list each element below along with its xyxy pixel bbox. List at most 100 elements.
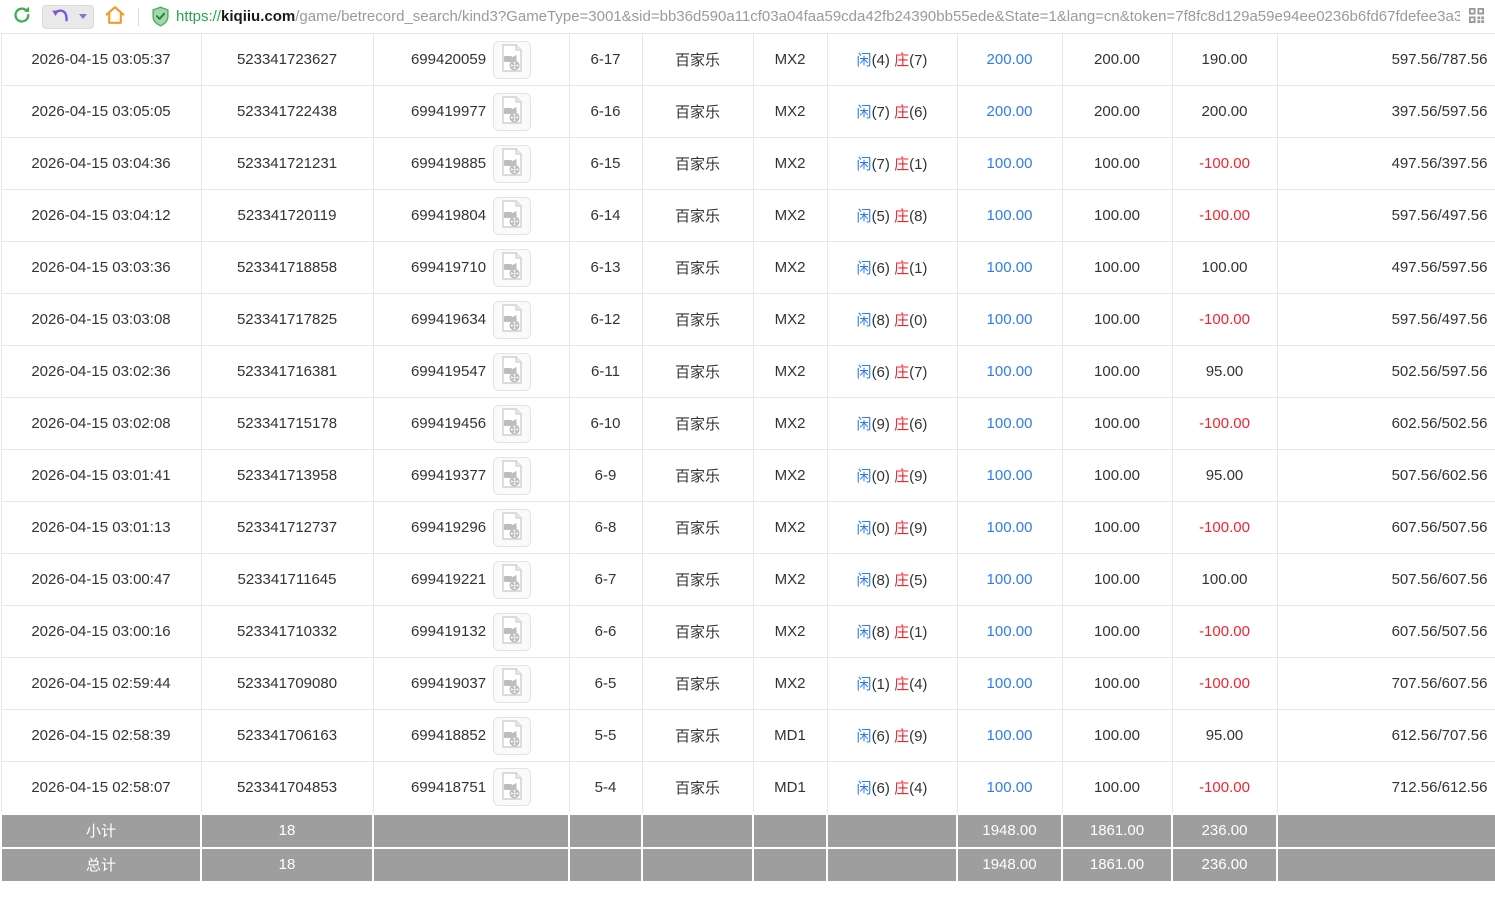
- cell-valid-amount: 100.00: [1062, 138, 1172, 190]
- url-host: kiqiiu.com: [221, 8, 295, 25]
- cell-game-id: 699419132: [373, 606, 569, 658]
- video-replay-button[interactable]: [493, 509, 531, 547]
- cell-bet-id: 523341717825: [201, 294, 373, 346]
- cell-balance: 497.56/597.56: [1277, 242, 1495, 294]
- home-button[interactable]: [100, 4, 130, 30]
- qr-code-button[interactable]: [1464, 4, 1489, 30]
- cell-bet-amount: 100.00: [957, 242, 1062, 294]
- cell-round: 6-10: [569, 398, 642, 450]
- game-id-text: 699419296: [411, 519, 486, 536]
- game-id-text: 699419547: [411, 363, 486, 380]
- player-points: (8): [872, 572, 890, 589]
- cell-balance: 397.56/597.56: [1277, 86, 1495, 138]
- address-bar[interactable]: https://kiqiiu.com/game/betrecord_search…: [176, 8, 1460, 25]
- player-label: 闲: [857, 728, 872, 745]
- banker-label: 庄: [894, 156, 909, 173]
- cell-game-id: 699419037: [373, 658, 569, 710]
- grand-total-row: 总计 18 1948.00 1861.00 236.00: [1, 848, 1495, 882]
- cell-win-loss: 100.00: [1172, 554, 1277, 606]
- player-label: 闲: [857, 572, 872, 589]
- home-icon: [104, 5, 126, 28]
- cell-bet-time: 2026-04-15 02:58:07: [1, 762, 201, 814]
- table-row: 2026-04-15 02:58:39 523341706163 6994188…: [1, 710, 1495, 762]
- banker-points: (5): [909, 572, 927, 589]
- video-file-icon: [500, 668, 524, 699]
- cell-win-loss: -100.00: [1172, 294, 1277, 346]
- reload-icon: [12, 5, 32, 28]
- game-id-text: 699419885: [411, 155, 486, 172]
- grand-total-valid: 1861.00: [1062, 848, 1172, 882]
- banker-label: 庄: [894, 676, 909, 693]
- cell-bet-time: 2026-04-15 03:01:13: [1, 502, 201, 554]
- banker-label: 庄: [894, 364, 909, 381]
- player-points: (7): [872, 104, 890, 121]
- bet-table-footer: 小计 18 1948.00 1861.00 236.00 总计 18 1948.…: [1, 814, 1495, 882]
- cell-bet-time: 2026-04-15 03:04:12: [1, 190, 201, 242]
- undo-dropdown-button[interactable]: [74, 6, 89, 28]
- video-replay-button[interactable]: [493, 301, 531, 339]
- cell-balance: 612.56/707.56: [1277, 710, 1495, 762]
- video-replay-button[interactable]: [493, 717, 531, 755]
- video-replay-button[interactable]: [493, 41, 531, 79]
- video-replay-button[interactable]: [493, 768, 531, 806]
- reload-button[interactable]: [8, 4, 36, 30]
- cell-valid-amount: 100.00: [1062, 190, 1172, 242]
- player-points: (6): [872, 780, 890, 797]
- video-replay-button[interactable]: [493, 197, 531, 235]
- cell-bet-amount: 200.00: [957, 86, 1062, 138]
- banker-label: 庄: [894, 780, 909, 797]
- cell-win-loss: 200.00: [1172, 86, 1277, 138]
- security-shield-icon[interactable]: [147, 4, 174, 30]
- cell-game-name: 百家乐: [642, 762, 753, 814]
- table-row: 2026-04-15 03:01:13 523341712737 6994192…: [1, 502, 1495, 554]
- cell-table-code: MX2: [753, 190, 827, 242]
- cell-bet-amount: 100.00: [957, 450, 1062, 502]
- cell-game-name: 百家乐: [642, 190, 753, 242]
- undo-button[interactable]: [47, 6, 74, 28]
- cell-bet-time: 2026-04-15 02:59:44: [1, 658, 201, 710]
- table-row: 2026-04-15 03:02:36 523341716381 6994195…: [1, 346, 1495, 398]
- banker-label: 庄: [894, 208, 909, 225]
- cell-valid-amount: 100.00: [1062, 710, 1172, 762]
- cell-round: 6-8: [569, 502, 642, 554]
- video-replay-button[interactable]: [493, 93, 531, 131]
- banker-points: (6): [909, 104, 927, 121]
- player-label: 闲: [857, 260, 872, 277]
- banker-label: 庄: [894, 572, 909, 589]
- cell-game-id: 699419377: [373, 450, 569, 502]
- video-replay-button[interactable]: [493, 249, 531, 287]
- undo-button-group: [42, 5, 94, 29]
- banker-points: (0): [909, 312, 927, 329]
- table-row: 2026-04-15 03:05:37 523341723627 6994200…: [1, 34, 1495, 86]
- player-points: (5): [872, 208, 890, 225]
- video-replay-button[interactable]: [493, 405, 531, 443]
- subtotal-bet: 1948.00: [957, 814, 1062, 848]
- player-points: (4): [872, 52, 890, 69]
- cell-bet-id: 523341716381: [201, 346, 373, 398]
- video-replay-button[interactable]: [493, 665, 531, 703]
- player-points: (9): [872, 416, 890, 433]
- video-replay-button[interactable]: [493, 457, 531, 495]
- cell-round: 5-5: [569, 710, 642, 762]
- cell-bet-id: 523341709080: [201, 658, 373, 710]
- cell-valid-amount: 200.00: [1062, 86, 1172, 138]
- cell-bet-id: 523341715178: [201, 398, 373, 450]
- cell-valid-amount: 100.00: [1062, 502, 1172, 554]
- cell-bet-id: 523341722438: [201, 86, 373, 138]
- cell-round: 6-11: [569, 346, 642, 398]
- video-replay-button[interactable]: [493, 561, 531, 599]
- video-replay-button[interactable]: [493, 145, 531, 183]
- cell-valid-amount: 100.00: [1062, 554, 1172, 606]
- cell-result: 闲(8) 庄(1): [827, 606, 957, 658]
- cell-game-id: 699419977: [373, 86, 569, 138]
- player-label: 闲: [857, 676, 872, 693]
- cell-win-loss: 100.00: [1172, 242, 1277, 294]
- cell-bet-time: 2026-04-15 03:02:36: [1, 346, 201, 398]
- player-label: 闲: [857, 520, 872, 537]
- video-replay-button[interactable]: [493, 613, 531, 651]
- toolbar-separator: [138, 8, 139, 26]
- video-replay-button[interactable]: [493, 353, 531, 391]
- bet-record-table: 2026-04-15 03:05:37 523341723627 6994200…: [0, 33, 1495, 883]
- video-file-icon: [500, 44, 524, 75]
- cell-game-name: 百家乐: [642, 86, 753, 138]
